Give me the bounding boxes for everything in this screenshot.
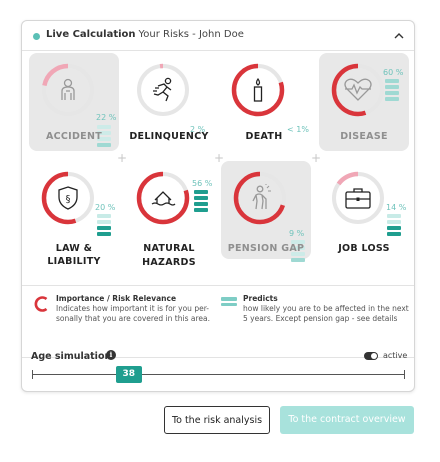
- svg-text:§: §: [66, 194, 71, 205]
- predict-bar: [385, 91, 399, 95]
- briefcase-icon: [345, 188, 371, 209]
- predict-bar: [387, 220, 401, 224]
- header-subtitle: Your Risks - John Doe: [138, 29, 244, 40]
- natural-hazards-label-line2: HAZARDS: [142, 257, 196, 268]
- accident-label: ACCIDENT: [45, 131, 103, 142]
- predict-bar: [387, 232, 401, 236]
- job-loss-predict-bars: [387, 214, 401, 238]
- person-icon: [61, 78, 75, 100]
- accident-percent: 22 %: [96, 113, 117, 122]
- chevron-up-icon[interactable]: [392, 29, 406, 43]
- live-calculation-label: Live Calculation: [46, 29, 136, 40]
- age-slider-thumb[interactable]: 38: [115, 366, 142, 383]
- predict-bar: [97, 226, 111, 230]
- legend: Importance / Risk Relevance Indicates ho…: [22, 285, 414, 358]
- predict-bar: [97, 232, 111, 236]
- plus-divider: +: [117, 151, 128, 165]
- importance-arc-icon: [34, 296, 48, 312]
- law-liability-predict-bars: [97, 214, 111, 238]
- active-toggle[interactable]: [364, 352, 378, 360]
- importance-legend-title: Importance / Risk Relevance: [56, 294, 177, 303]
- risk-tile-natural-hazards[interactable]: 56 % NATURAL HAZARDS: [124, 161, 214, 268]
- disease-percent: 60 %: [383, 68, 404, 77]
- card-header[interactable]: Live Calculation Your Risks - John Doe: [22, 21, 414, 51]
- law-liability-percent: 20 %: [95, 203, 116, 212]
- delinquency-label: DELINQUENCY: [129, 131, 209, 142]
- natural-hazards-percent: 56 %: [192, 179, 213, 188]
- pension-gap-percent: 9 %: [289, 229, 305, 238]
- plus-divider: +: [311, 151, 322, 165]
- law-liability-label: LAW & LIABILITY: [47, 243, 101, 267]
- age-slider-end-tick: [404, 370, 405, 379]
- pension-gap-label: PENSION GAP: [227, 243, 305, 254]
- predict-bar: [387, 226, 401, 230]
- predict-bar: [385, 85, 399, 89]
- predict-bar: [387, 214, 401, 218]
- predicts-legend-text: how likely you are to be affected in the…: [243, 304, 409, 323]
- shield-paragraph-icon: §: [58, 186, 78, 210]
- elderly-person-icon: [252, 184, 271, 210]
- disease-label: DISEASE: [340, 131, 388, 142]
- predict-bar: [97, 214, 111, 218]
- importance-legend-text: Indicates how important it is for you pe…: [56, 304, 210, 323]
- age-simulation-label: Age simulation: [31, 351, 112, 362]
- age-slider-track[interactable]: [32, 374, 404, 375]
- info-icon[interactable]: i: [106, 350, 116, 360]
- natural-hazards-predict-bars: [194, 190, 208, 214]
- predicts-legend-title: Predicts: [243, 294, 278, 303]
- natural-hazards-label: NATURAL: [143, 243, 195, 254]
- predict-bar: [194, 202, 208, 206]
- risk-tile-law-liability[interactable]: § 20 % LAW & LIABILITY: [29, 161, 119, 267]
- predict-bar: [291, 258, 305, 262]
- header-title: Live Calculation Your Risks - John Doe: [46, 29, 244, 40]
- risk-tile-death[interactable]: < 1% DEATH: [219, 53, 309, 151]
- contract-overview-button[interactable]: To the contract overview: [280, 406, 414, 434]
- risk-analysis-button[interactable]: To the risk analysis: [164, 406, 270, 434]
- candle-icon: [253, 77, 263, 102]
- age-slider-start-tick: [32, 370, 33, 379]
- predicts-bars-icon: [221, 297, 237, 308]
- live-indicator-dot: [33, 33, 40, 40]
- predict-bar: [194, 208, 208, 212]
- active-toggle-label: active: [383, 351, 408, 360]
- death-label: DEATH: [245, 131, 283, 142]
- plus-divider: +: [214, 151, 225, 165]
- risk-tile-disease[interactable]: 60 % DISEASE: [319, 53, 409, 151]
- risk-tile-accident[interactable]: 22 % ACCIDENT: [29, 53, 119, 151]
- risk-card: Live Calculation Your Risks - John Doe 22…: [21, 20, 415, 392]
- predict-bar: [194, 190, 208, 194]
- predict-bar: [97, 143, 111, 147]
- heartbeat-icon: [344, 78, 372, 101]
- predict-bar: [385, 97, 399, 101]
- running-person-icon: [153, 77, 172, 102]
- risk-tile-delinquency[interactable]: 2 % DELINQUENCY: [124, 53, 214, 151]
- house-flood-icon: [151, 191, 176, 206]
- predict-bar: [385, 79, 399, 83]
- disease-predict-bars: [385, 79, 399, 103]
- predict-bar: [97, 220, 111, 224]
- job-loss-label: JOB LOSS: [338, 243, 390, 254]
- risk-tile-job-loss[interactable]: 14 % JOB LOSS: [319, 161, 409, 259]
- job-loss-percent: 14 %: [386, 203, 407, 212]
- predict-bar: [194, 196, 208, 200]
- risk-tile-pension-gap[interactable]: 9 % PENSION GAP: [221, 161, 311, 262]
- predict-bar: [97, 125, 111, 129]
